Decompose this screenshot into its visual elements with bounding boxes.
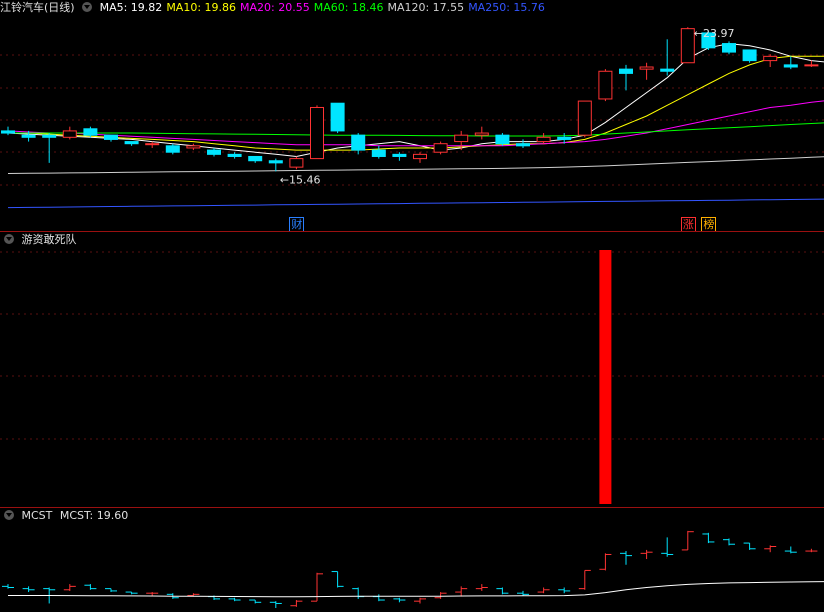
event-tag[interactable]: 财: [289, 217, 305, 232]
candle-body: [186, 145, 201, 149]
ma-line-ma60: [8, 122, 824, 137]
candle-body: [639, 66, 654, 70]
candle-body: [413, 153, 427, 160]
event-tag[interactable]: 榜: [701, 217, 717, 232]
event-tag[interactable]: 涨: [680, 217, 696, 232]
indicator-panel-3: MCST MCST: 19.60: [0, 508, 824, 612]
candle-body: [62, 130, 77, 138]
candle-body: [742, 49, 757, 62]
candle-body: [474, 132, 489, 136]
candle-body: [1, 130, 15, 134]
candle-body: [104, 134, 118, 140]
candle-body: [371, 149, 386, 157]
price-panel: 江铃汽车(日线) MA5: 19.82 MA10: 19.86 MA20: 20.5…: [0, 0, 824, 232]
candle-body: [454, 134, 469, 143]
candle-body: [124, 141, 139, 145]
candle-body: [804, 64, 819, 67]
high-price-label: ←23.97: [694, 27, 735, 40]
candle-body: [227, 153, 242, 157]
candle-body: [660, 68, 675, 72]
low-price-label: ←15.46: [280, 173, 321, 186]
candlestick-chart: ←23.97 ←15.46: [0, 27, 824, 209]
candle-body: [433, 143, 448, 153]
candle-body: [330, 102, 345, 132]
ma-line-ma5: [7, 43, 824, 158]
candle-body: [392, 153, 407, 157]
candle-body: [577, 100, 592, 136]
candle-body: [165, 145, 180, 153]
candle-body: [145, 143, 160, 146]
indicator-panel-2: 游资敢死队: [0, 232, 824, 507]
candle-body: [351, 134, 366, 151]
candle-body: [42, 134, 57, 138]
candle-body: [598, 70, 613, 100]
candle-body: [207, 149, 221, 155]
ma-line-ma250: [7, 198, 824, 209]
candle-body: [536, 136, 551, 143]
mcst-chart: [2, 530, 824, 608]
candle-body: [557, 136, 572, 140]
candle-body: [83, 128, 98, 136]
candle-body: [268, 160, 283, 164]
candle-body: [783, 64, 798, 68]
candle-body: [495, 134, 510, 145]
candle-body: [763, 55, 778, 62]
indicator-bar: [599, 250, 612, 504]
candle-body: [289, 158, 304, 168]
candle-body: [619, 68, 633, 74]
candle-body: [722, 43, 736, 53]
candle-body: [21, 134, 36, 138]
mcst-line: [8, 581, 824, 598]
indicator-2-chart: [0, 250, 824, 504]
candle-body: [310, 106, 324, 160]
ma-line-ma20: [7, 100, 824, 147]
candle-body: [680, 28, 695, 64]
candle-body: [248, 155, 263, 162]
candle-body: [516, 143, 530, 147]
